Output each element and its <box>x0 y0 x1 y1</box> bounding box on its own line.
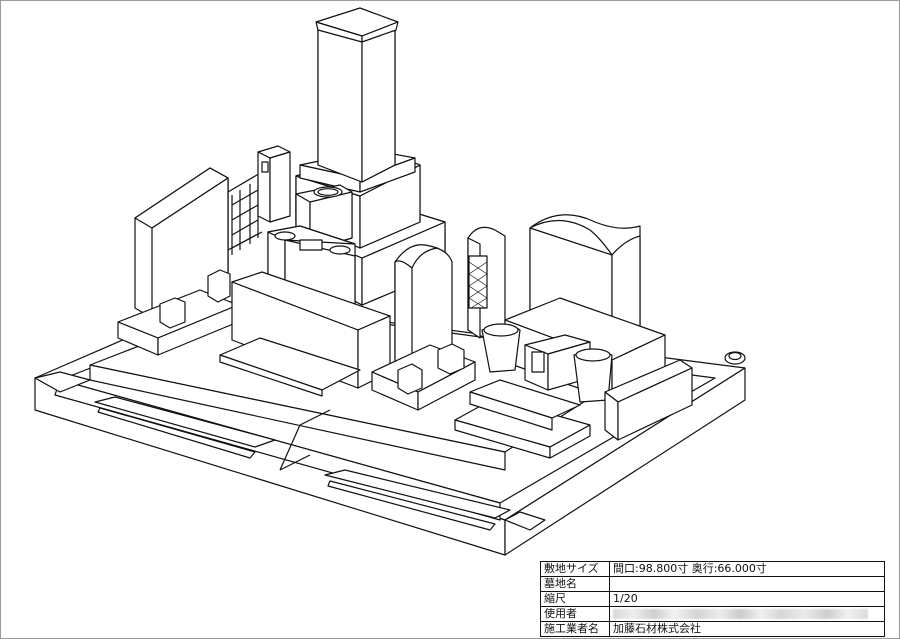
contractor-value: 加藤石材株式会社 <box>609 621 885 637</box>
back-fence-ladder <box>227 171 263 255</box>
grave-isometric-drawing <box>0 0 900 639</box>
scale-value: 1/20 <box>609 591 885 607</box>
grave-name-value <box>609 576 885 592</box>
contractor-row: 施工業者名 加藤石材株式会社 <box>540 621 885 637</box>
user-label: 使用者 <box>540 606 610 622</box>
site-size-value: 間口:98.800寸 奥行:66.000寸 <box>609 561 885 577</box>
user-row: 使用者 <box>540 606 885 622</box>
grave-name-label: 墓地名 <box>540 576 610 592</box>
scale-row: 縮尺 1/20 <box>540 591 885 607</box>
scale-label: 縮尺 <box>540 591 610 607</box>
contractor-label: 施工業者名 <box>540 621 610 637</box>
site-size-label: 敷地サイズ <box>540 561 610 577</box>
title-block: 敷地サイズ 間口:98.800寸 奥行:66.000寸 墓地名 縮尺 1/20 … <box>540 561 885 637</box>
site-size-row: 敷地サイズ 間口:98.800寸 奥行:66.000寸 <box>540 561 885 577</box>
redacted-user-name <box>613 609 868 619</box>
left-epitaph-slab <box>117 167 239 356</box>
grave-name-row: 墓地名 <box>540 576 885 592</box>
back-post <box>257 145 291 223</box>
lattice-lantern <box>467 226 506 341</box>
user-value <box>609 606 885 622</box>
